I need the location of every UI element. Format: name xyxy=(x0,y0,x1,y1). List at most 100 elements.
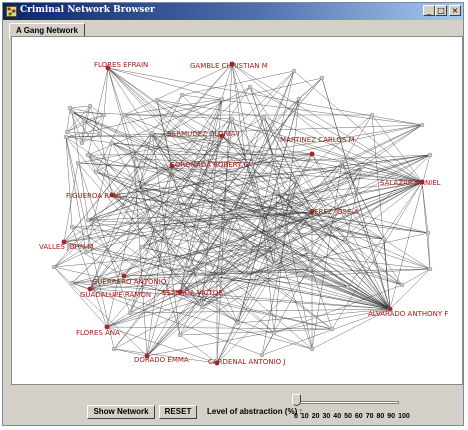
minimize-button[interactable]: _ xyxy=(423,5,435,16)
network-node[interactable] xyxy=(87,103,93,109)
title-bar[interactable]: Criminal Network Browser _ □ × xyxy=(3,3,463,20)
slider-track[interactable] xyxy=(295,401,399,404)
network-node[interactable] xyxy=(127,310,133,316)
network-node[interactable] xyxy=(296,96,302,102)
network-node[interactable] xyxy=(101,112,107,118)
node-label[interactable]: MARTINEZ CARLOS M xyxy=(280,136,355,144)
show-network-button[interactable]: Show Network xyxy=(87,405,155,419)
network-node[interactable] xyxy=(93,169,99,175)
network-node[interactable] xyxy=(231,209,237,215)
network-node[interactable] xyxy=(67,105,73,111)
network-node[interactable] xyxy=(215,196,221,202)
network-node[interactable] xyxy=(399,282,405,288)
node-label[interactable]: DORADO EMMA xyxy=(134,356,189,364)
person-node[interactable] xyxy=(309,151,315,157)
network-node[interactable] xyxy=(247,84,253,90)
network-node[interactable] xyxy=(81,118,87,124)
network-node[interactable] xyxy=(319,75,325,81)
reset-button[interactable]: RESET xyxy=(159,405,197,419)
network-node[interactable] xyxy=(359,164,365,170)
network-node[interactable] xyxy=(85,152,91,158)
network-canvas[interactable]: FLORES EFRAIN GAMBLE CHRISTIAN M BERMUDEZ … xyxy=(11,36,463,385)
node-label[interactable]: ESTRADA VICTOR xyxy=(162,289,223,297)
network-node[interactable] xyxy=(271,154,277,160)
network-node[interactable] xyxy=(329,326,335,332)
network-node[interactable] xyxy=(261,114,267,120)
node-label[interactable]: GUERRERO ANTONIO xyxy=(92,278,167,286)
network-node[interactable] xyxy=(111,346,117,352)
network-node[interactable] xyxy=(183,270,189,276)
node-label[interactable]: CARDENAL ANTONIO J xyxy=(208,358,285,366)
network-node[interactable] xyxy=(149,130,155,136)
maximize-button[interactable]: □ xyxy=(435,5,447,16)
network-node[interactable] xyxy=(199,304,205,310)
network-node[interactable] xyxy=(259,352,265,358)
network-node[interactable] xyxy=(271,330,277,336)
network-node[interactable] xyxy=(369,112,375,118)
network-node[interactable] xyxy=(109,140,115,146)
network-node[interactable] xyxy=(69,224,75,230)
network-node[interactable] xyxy=(192,189,198,195)
slider-thumb[interactable] xyxy=(292,394,301,406)
node-label[interactable]: FIGUEROA RAUL xyxy=(66,192,123,200)
network-node[interactable] xyxy=(64,129,70,135)
node-label[interactable]: BERMUDEZ GLORIA I xyxy=(167,130,240,138)
network-node[interactable] xyxy=(69,280,75,286)
network-node[interactable] xyxy=(221,242,227,248)
node-label[interactable]: ALVARADO ANTHONY F xyxy=(368,310,448,318)
network-node[interactable] xyxy=(345,284,351,290)
network-node[interactable] xyxy=(245,246,251,252)
network-node[interactable] xyxy=(199,232,205,238)
network-node[interactable] xyxy=(343,239,349,245)
network-node[interactable] xyxy=(307,266,313,272)
network-node[interactable] xyxy=(154,97,160,103)
network-node[interactable] xyxy=(381,236,387,242)
network-node[interactable] xyxy=(85,217,91,223)
network-node[interactable] xyxy=(271,262,277,268)
network-node[interactable] xyxy=(291,68,297,74)
network-node[interactable] xyxy=(139,244,145,250)
node-label[interactable]: GUADALUPE RAMON xyxy=(80,291,151,299)
network-node[interactable] xyxy=(69,109,75,115)
node-label[interactable]: SALAZAR DANIEL xyxy=(380,179,441,187)
node-label[interactable]: CORONADA ROBERT G xyxy=(170,161,249,169)
network-node[interactable] xyxy=(177,332,183,338)
network-node[interactable] xyxy=(121,112,127,118)
network-node[interactable] xyxy=(259,209,265,215)
network-node[interactable] xyxy=(63,134,69,140)
network-node[interactable] xyxy=(179,92,185,98)
network-node[interactable] xyxy=(159,259,165,265)
node-label[interactable]: FLORES ANA xyxy=(76,329,120,337)
network-node[interactable] xyxy=(307,249,313,255)
node-label[interactable]: PEREZ JOSE A xyxy=(310,208,359,216)
network-node[interactable] xyxy=(155,222,161,228)
network-edge xyxy=(71,111,233,120)
network-node[interactable] xyxy=(229,116,235,122)
network-node[interactable] xyxy=(242,272,248,278)
network-edge xyxy=(151,70,295,208)
network-node[interactable] xyxy=(235,320,241,326)
network-node[interactable] xyxy=(79,140,85,146)
network-node[interactable] xyxy=(309,346,315,352)
close-button[interactable]: × xyxy=(449,5,461,16)
network-node[interactable] xyxy=(427,152,433,158)
network-node[interactable] xyxy=(135,184,141,190)
network-node[interactable] xyxy=(75,160,81,166)
network-node[interactable] xyxy=(425,230,431,236)
network-node[interactable] xyxy=(214,274,220,280)
network-node[interactable] xyxy=(294,176,300,182)
node-label[interactable]: FLORES EFRAIN xyxy=(94,61,148,69)
network-node[interactable] xyxy=(219,96,225,102)
network-node[interactable] xyxy=(51,264,57,270)
node-label[interactable]: VALLES JOHN M xyxy=(39,243,93,251)
network-node[interactable] xyxy=(97,131,103,137)
network-node[interactable] xyxy=(339,159,345,165)
node-label[interactable]: GAMBLE CHRISTIAN M xyxy=(190,62,268,70)
network-graph[interactable]: FLORES EFRAIN GAMBLE CHRISTIAN M BERMUDEZ … xyxy=(12,37,462,384)
network-node[interactable] xyxy=(271,244,277,250)
network-node[interactable] xyxy=(427,266,433,272)
network-node[interactable] xyxy=(274,189,280,195)
network-node[interactable] xyxy=(419,122,425,128)
network-node[interactable] xyxy=(149,204,155,210)
network-node[interactable] xyxy=(131,156,137,162)
